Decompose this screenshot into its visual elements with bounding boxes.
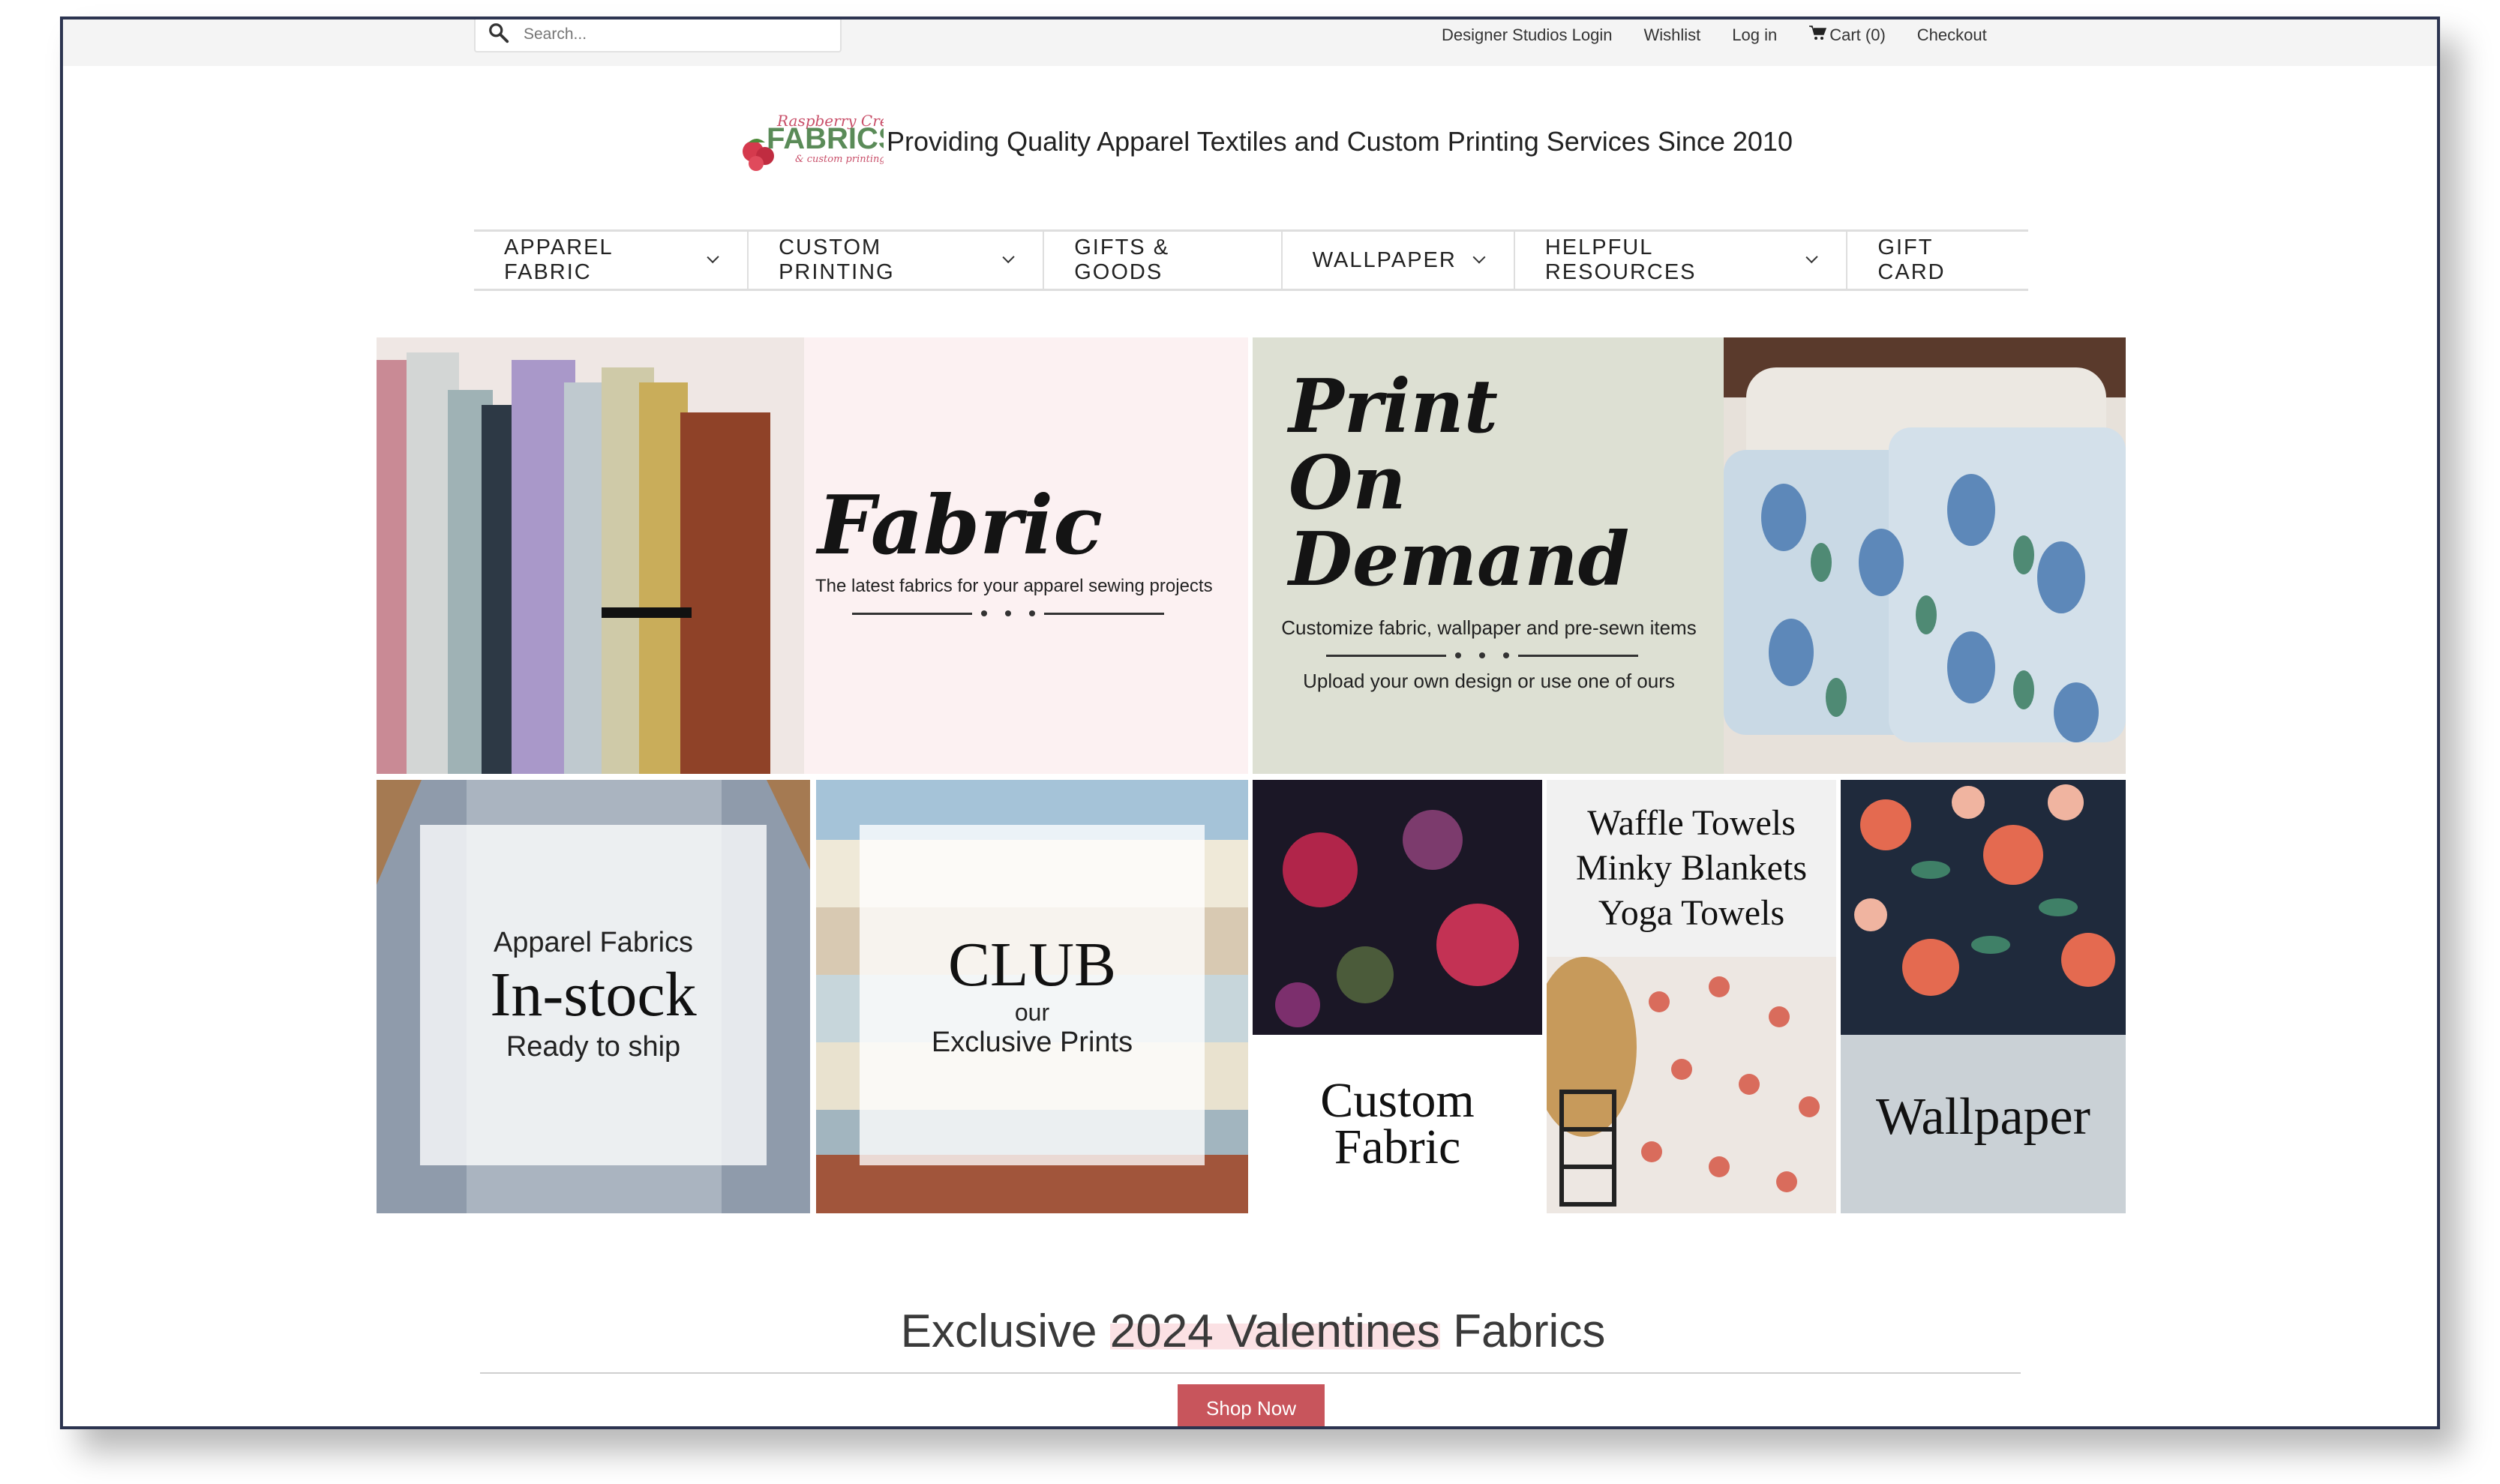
fabric-banner-subtitle: The latest fabrics for your apparel sewi…	[815, 576, 1213, 596]
cart-label: Cart (0)	[1829, 25, 1886, 44]
nav-label: HELPFUL RESOURCES	[1544, 235, 1697, 284]
instock-line1: Apparel Fabrics	[493, 927, 694, 958]
custom-line2: Fabric	[1334, 1120, 1461, 1174]
pillows-image	[1724, 337, 2126, 774]
custom-fabric-tile[interactable]: Custom Fabric	[1253, 780, 1542, 1213]
shop-now-button[interactable]: Shop Now	[1178, 1384, 1325, 1426]
towels-tile[interactable]: Waffle Towels Minky Blankets Yoga Towels	[1547, 780, 1836, 1213]
site-header: Raspberry Creek FABRICS & custom printin…	[734, 108, 1793, 175]
chevron-down-icon	[707, 250, 719, 264]
login-link[interactable]: Log in	[1732, 25, 1777, 45]
designer-studios-login-link[interactable]: Designer Studios Login	[1442, 25, 1612, 45]
nav-label: GIFTS & GOODS	[1074, 235, 1170, 284]
instock-line3: Ready to ship	[506, 1031, 681, 1063]
fabric-banner[interactable]: Fabric The latest fabrics for your appar…	[377, 337, 1248, 774]
featured-title-pre: Exclusive	[900, 1306, 1110, 1357]
search-icon[interactable]	[488, 22, 510, 48]
fabric-banner-title: Fabric	[818, 478, 1103, 573]
floral-dress-image	[1253, 780, 1542, 1035]
nav-gifts-goods[interactable]: GIFTS & GOODS	[1044, 232, 1283, 289]
club-tile[interactable]: CLUB our Exclusive Prints	[816, 780, 1248, 1213]
custom-fabric-panel: Custom Fabric	[1253, 1035, 1542, 1213]
wallpaper-panel: Wallpaper	[1841, 1072, 2126, 1162]
nav-label: WALLPAPER	[1312, 247, 1457, 272]
wishlist-link[interactable]: Wishlist	[1643, 25, 1700, 45]
custom-line1: Custom	[1320, 1073, 1475, 1128]
fabric-rolls-image	[377, 337, 804, 774]
logo-text-bottom: & custom printing	[795, 154, 884, 165]
towels-panel: Waffle Towels Minky Blankets Yoga Towels	[1547, 780, 1836, 957]
cart-icon	[1808, 25, 1829, 46]
pod-banner-title: Print On Demand	[1289, 364, 1630, 603]
instock-tile[interactable]: Apparel Fabrics In-stock Ready to ship	[377, 780, 810, 1213]
nav-custom-printing[interactable]: CUSTOM PRINTING	[749, 232, 1045, 289]
towels-line3: Yoga Towels	[1598, 893, 1785, 933]
search-input[interactable]	[524, 25, 809, 43]
club-line2: our	[1014, 999, 1050, 1026]
nav-label: CUSTOM PRINTING	[779, 235, 895, 284]
club-panel: CLUB our Exclusive Prints	[860, 825, 1205, 1165]
divider-ornament	[1326, 652, 1638, 658]
site-logo[interactable]: Raspberry Creek FABRICS & custom printin…	[734, 108, 907, 175]
top-links: Designer Studios Login Wishlist Log in C…	[1442, 19, 1987, 51]
section-divider	[480, 1372, 2021, 1374]
pod-banner-subtitle: Customize fabric, wallpaper and pre-sewn…	[1281, 616, 1697, 639]
browser-frame: Designer Studios Login Wishlist Log in C…	[60, 16, 2440, 1429]
club-line3: Exclusive Prints	[931, 1027, 1133, 1058]
nav-gift-card[interactable]: GIFT CARD	[1847, 232, 2028, 289]
chevron-down-icon	[1472, 250, 1486, 264]
instock-panel: Apparel Fabrics In-stock Ready to ship	[420, 825, 767, 1165]
nav-wallpaper[interactable]: WALLPAPER	[1283, 232, 1515, 289]
main-navigation: APPAREL FABRIC CUSTOM PRINTING GIFTS & G…	[474, 229, 2028, 291]
site-tagline: Providing Quality Apparel Textiles and C…	[887, 126, 1793, 157]
top-utility-bar: Designer Studios Login Wishlist Log in C…	[63, 19, 2437, 66]
featured-title-highlight: 2024 Valentines	[1109, 1306, 1440, 1357]
nav-apparel-fabric[interactable]: APPAREL FABRIC	[474, 232, 749, 289]
chevron-down-icon	[1002, 250, 1015, 264]
chevron-down-icon	[1805, 250, 1819, 264]
featured-title-post: Fabrics	[1439, 1306, 1606, 1357]
pod-banner-subtitle-2: Upload your own design or use one of our…	[1303, 670, 1675, 692]
nav-label: APPAREL FABRIC	[504, 235, 613, 284]
search-box[interactable]	[474, 19, 842, 52]
divider-ornament	[852, 610, 1164, 616]
checkout-link[interactable]: Checkout	[1917, 25, 1987, 45]
featured-collection-title: Exclusive 2024 Valentines Fabrics	[63, 1305, 2437, 1358]
towels-line2: Minky Blankets	[1576, 848, 1807, 888]
nav-helpful-resources[interactable]: HELPFUL RESOURCES	[1515, 232, 1848, 289]
cart-link[interactable]: Cart (0)	[1808, 25, 1886, 46]
print-on-demand-banner[interactable]: Print On Demand Customize fabric, wallpa…	[1253, 337, 2126, 774]
wallpaper-line1: Wallpaper	[1876, 1088, 2090, 1146]
instock-line2: In-stock	[490, 960, 697, 1030]
logo-text-main: FABRICS	[767, 122, 884, 155]
towels-line1: Waffle Towels	[1587, 803, 1796, 843]
club-line1: CLUB	[947, 930, 1117, 1000]
wallpaper-tile[interactable]: Wallpaper	[1841, 780, 2126, 1213]
nav-label: GIFT CARD	[1877, 235, 1946, 284]
towels-bread-image	[1547, 957, 1836, 1213]
